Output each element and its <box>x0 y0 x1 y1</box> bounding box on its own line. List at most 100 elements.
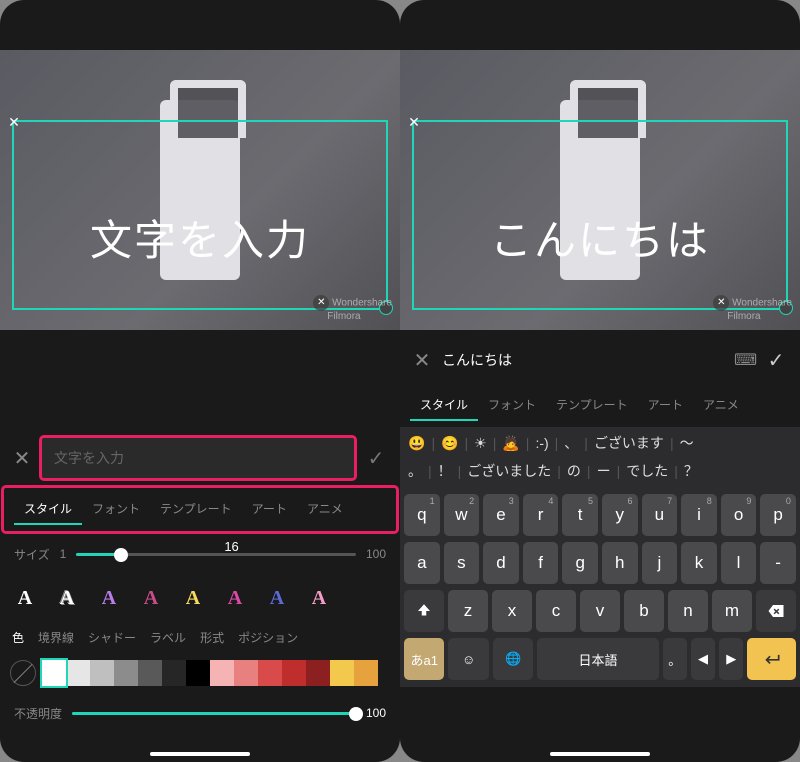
key-a[interactable]: a <box>404 542 440 584</box>
key-y[interactable]: y6 <box>602 494 638 536</box>
key-f[interactable]: f <box>523 542 559 584</box>
home-indicator[interactable] <box>550 752 650 756</box>
suggestion[interactable]: 〜 <box>680 433 694 453</box>
tab-style[interactable]: スタイル <box>410 390 478 421</box>
video-preview[interactable]: ✕ こんにちは ✕ Wondershare Filmora <box>400 50 800 330</box>
color-swatch[interactable] <box>66 660 90 686</box>
color-swatch[interactable] <box>114 660 138 686</box>
confirm-icon[interactable]: ✓ <box>764 348 788 373</box>
space-key[interactable]: 日本語 <box>537 638 658 680</box>
key--[interactable]: - <box>760 542 796 584</box>
suggestion[interactable]: でした <box>626 461 668 481</box>
suggestion[interactable]: 😊 <box>441 435 458 452</box>
no-color-icon[interactable] <box>10 660 36 686</box>
style-preset[interactable]: A <box>220 583 250 613</box>
opacity-slider[interactable] <box>72 702 356 724</box>
tab-art[interactable]: アート <box>638 390 693 421</box>
style-preset[interactable]: A <box>304 583 334 613</box>
key-m[interactable]: m <box>712 590 752 632</box>
key-t[interactable]: t5 <box>562 494 598 536</box>
subtab-position[interactable]: ポジション <box>238 629 298 646</box>
color-swatch[interactable] <box>354 660 378 686</box>
key-w[interactable]: w2 <box>444 494 480 536</box>
suggestion[interactable]: ☀ <box>474 435 487 452</box>
key-k[interactable]: k <box>681 542 717 584</box>
tab-template[interactable]: テンプレート <box>150 494 242 525</box>
overlay-text[interactable]: 文字を入力 <box>14 207 386 268</box>
home-indicator[interactable] <box>150 752 250 756</box>
period-key[interactable]: 。 <box>663 638 687 680</box>
suggestion[interactable]: ございます <box>594 433 664 453</box>
color-swatch[interactable] <box>282 660 306 686</box>
color-swatch[interactable] <box>162 660 186 686</box>
key-p[interactable]: p0 <box>760 494 796 536</box>
key-q[interactable]: q1 <box>404 494 440 536</box>
keyboard-icon[interactable]: ⌨ <box>734 350 754 370</box>
key-c[interactable]: c <box>536 590 576 632</box>
subtab-label[interactable]: ラベル <box>150 629 186 646</box>
suggestion[interactable]: 🙇 <box>502 435 519 452</box>
color-swatch[interactable] <box>138 660 162 686</box>
color-swatch[interactable] <box>258 660 282 686</box>
key-s[interactable]: s <box>444 542 480 584</box>
close-icon[interactable]: ✕ <box>7 115 21 129</box>
subtab-border[interactable]: 境界線 <box>38 629 74 646</box>
color-swatch[interactable] <box>90 660 114 686</box>
key-i[interactable]: i8 <box>681 494 717 536</box>
text-input[interactable] <box>42 438 354 478</box>
suggestion[interactable]: 。 <box>408 461 422 481</box>
key-x[interactable]: x <box>492 590 532 632</box>
key-g[interactable]: g <box>562 542 598 584</box>
color-swatch[interactable] <box>186 660 210 686</box>
key-z[interactable]: z <box>448 590 488 632</box>
subtab-color[interactable]: 色 <box>12 629 24 646</box>
key-b[interactable]: b <box>624 590 664 632</box>
style-preset[interactable]: A <box>262 583 292 613</box>
color-swatch[interactable] <box>306 660 330 686</box>
key-e[interactable]: e3 <box>483 494 519 536</box>
key-o[interactable]: o9 <box>721 494 757 536</box>
confirm-icon[interactable]: ✓ <box>364 446 388 471</box>
style-preset[interactable]: A <box>178 583 208 613</box>
color-swatch[interactable] <box>234 660 258 686</box>
close-icon[interactable]: ✕ <box>412 348 432 373</box>
close-icon[interactable]: ✕ <box>407 115 421 129</box>
suggestion[interactable]: ？ <box>684 461 698 481</box>
key-n[interactable]: n <box>668 590 708 632</box>
key-r[interactable]: r4 <box>523 494 559 536</box>
color-swatch[interactable] <box>330 660 354 686</box>
globe-key[interactable]: 🌐 <box>493 638 533 680</box>
emoji-key[interactable]: ☺ <box>448 638 488 680</box>
key-u[interactable]: u7 <box>642 494 678 536</box>
suggestion[interactable]: ございました <box>467 461 551 481</box>
left-arrow-key[interactable]: ◀ <box>691 638 715 680</box>
text-input[interactable] <box>442 344 724 376</box>
video-preview[interactable]: ✕ 文字を入力 ✕ Wondershare Filmora <box>0 50 400 330</box>
right-arrow-key[interactable]: ▶ <box>719 638 743 680</box>
subtab-shadow[interactable]: シャドー <box>88 629 136 646</box>
overlay-text[interactable]: こんにちは <box>414 207 786 268</box>
tab-template[interactable]: テンプレート <box>546 390 638 421</box>
color-swatch[interactable] <box>42 660 66 686</box>
text-overlay-box[interactable]: ✕ 文字を入力 <box>12 120 388 310</box>
suggestion[interactable]: ー <box>597 461 611 481</box>
suggestion[interactable]: ！ <box>438 461 452 481</box>
backspace-key[interactable] <box>756 590 796 632</box>
lang-key[interactable]: あa1 <box>404 638 444 680</box>
style-preset[interactable]: A <box>136 583 166 613</box>
color-swatch[interactable] <box>210 660 234 686</box>
key-v[interactable]: v <box>580 590 620 632</box>
tab-anime[interactable]: アニメ <box>693 390 749 421</box>
suggestion[interactable]: 、 <box>564 433 578 453</box>
shift-key[interactable] <box>404 590 444 632</box>
suggestion[interactable]: の <box>567 461 581 481</box>
tab-font[interactable]: フォント <box>82 494 150 525</box>
suggestion[interactable]: :-) <box>535 435 548 451</box>
key-d[interactable]: d <box>483 542 519 584</box>
key-j[interactable]: j <box>642 542 678 584</box>
close-icon[interactable]: ✕ <box>12 446 32 471</box>
suggestion[interactable]: 😃 <box>408 435 425 452</box>
text-overlay-box[interactable]: ✕ こんにちは <box>412 120 788 310</box>
style-preset[interactable]: A <box>10 583 40 613</box>
style-preset[interactable]: A <box>94 583 124 613</box>
